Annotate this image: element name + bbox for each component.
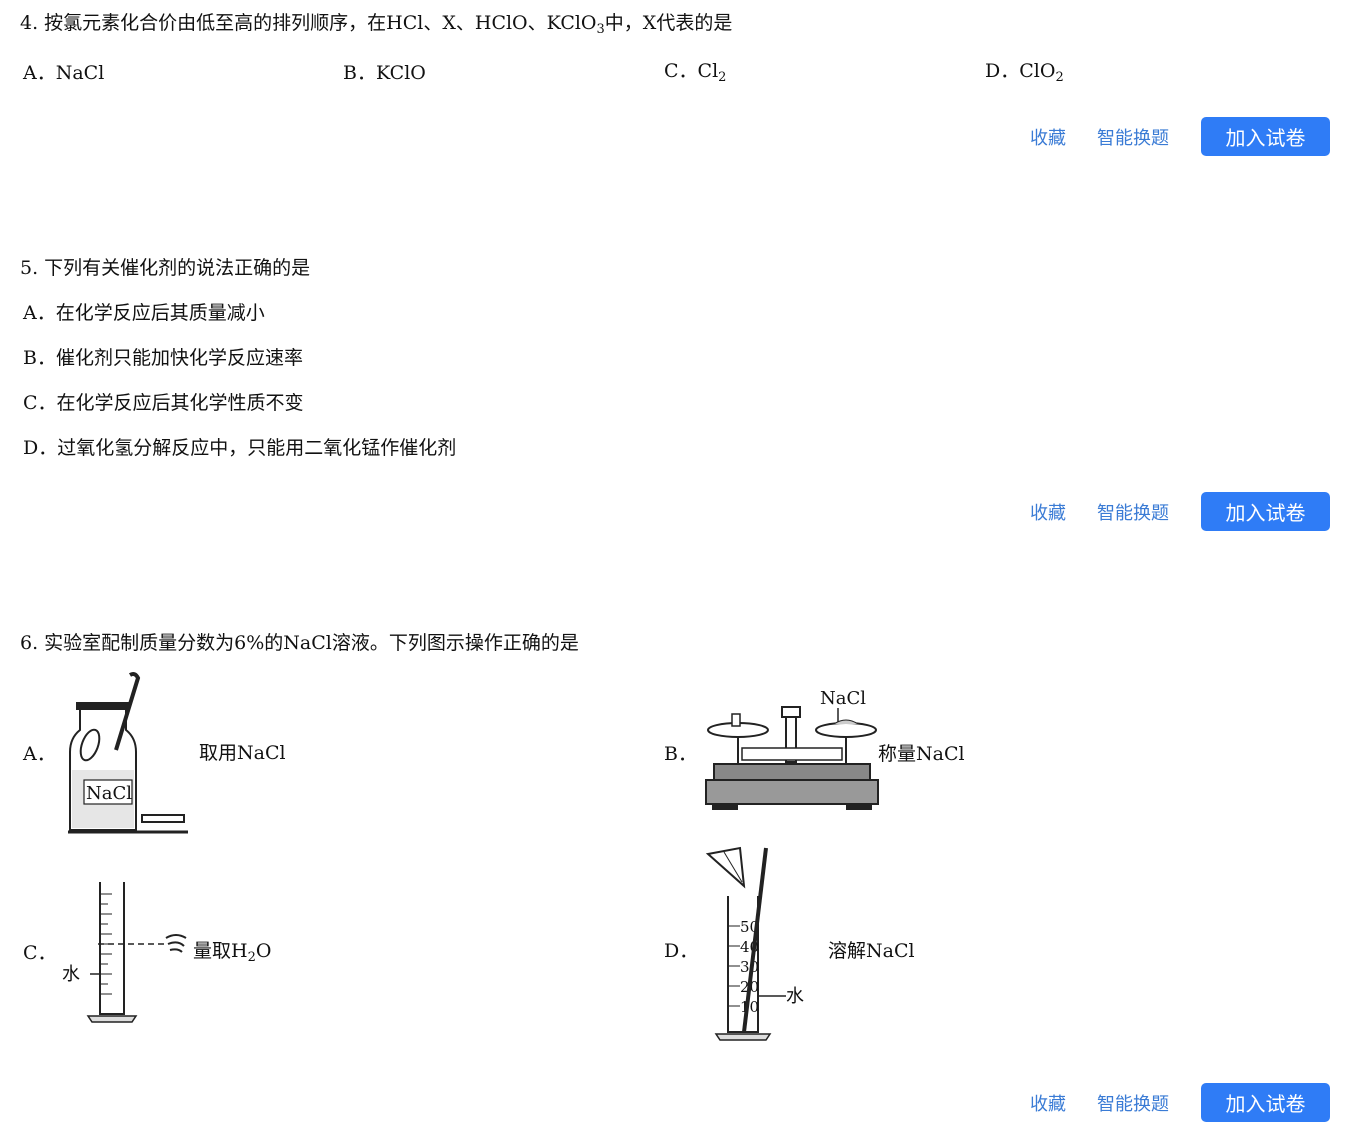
question-4-actions: 收藏 智能换题 加入试卷 [1030, 117, 1330, 156]
question-4-stem: 4. 按氯元素化合价由低至高的排列顺序，在HCl、X、HClO、KClO3中，X… [20, 12, 733, 37]
question-6-option-b-caption: 称量NaCl [878, 743, 965, 765]
question-6-option-c-letter: C． [23, 942, 57, 964]
question-4-option-d: D．ClO2 [985, 60, 1064, 85]
question-5-option-a: A．在化学反应后其质量减小 [23, 302, 265, 324]
question-6-option-d-letter: D． [664, 940, 699, 962]
question-6-option-b-letter: B． [664, 743, 697, 765]
question-4: 4. 按氯元素化合价由低至高的排列顺序，在HCl、X、HClO、KClO3中，X… [0, 0, 1347, 180]
smart-swap-link[interactable]: 智能换题 [1097, 1090, 1169, 1116]
question-5-option-c: C．在化学反应后其化学性质不变 [23, 392, 304, 414]
question-6: 6. 实验室配制质量分数为6%的NaCl溶液。下列图示操作正确的是 A． NaC… [0, 620, 1347, 1131]
question-5-option-b: B．催化剂只能加快化学反应速率 [23, 347, 303, 369]
question-4-option-c: C．Cl2 [664, 60, 727, 85]
question-5-stem: 5. 下列有关催化剂的说法正确的是 [20, 257, 311, 279]
question-4-option-b: B．KClO [343, 62, 426, 84]
question-5: 5. 下列有关催化剂的说法正确的是 A．在化学反应后其质量减小 B．催化剂只能加… [0, 245, 1347, 545]
add-to-paper-button[interactable]: 加入试卷 [1201, 492, 1330, 531]
question-6-option-d-caption: 溶解NaCl [828, 940, 915, 962]
smart-swap-link[interactable]: 智能换题 [1097, 499, 1169, 525]
favorite-link[interactable]: 收藏 [1030, 124, 1066, 150]
water-label: 水 [62, 964, 80, 985]
question-6-actions: 收藏 智能换题 加入试卷 [1030, 1083, 1330, 1122]
dissolving-figure: 50 40 30 20 10 水 [700, 846, 815, 1046]
question-6-option-c-caption: 量取H2O [193, 940, 272, 965]
reagent-bottle-figure: NaCl [60, 670, 195, 835]
question-6-option-a-letter: A． [23, 743, 56, 765]
favorite-link[interactable]: 收藏 [1030, 1090, 1066, 1116]
add-to-paper-button[interactable]: 加入试卷 [1201, 117, 1330, 156]
graduated-cylinder-reading-figure: 水 [58, 878, 193, 1028]
question-5-actions: 收藏 智能换题 加入试卷 [1030, 492, 1330, 531]
nacl-bottle-label: NaCl [86, 783, 132, 804]
balance-figure: NaCl [702, 682, 882, 817]
balance-nacl-label: NaCl [820, 688, 866, 709]
question-6-stem: 6. 实验室配制质量分数为6%的NaCl溶液。下列图示操作正确的是 [20, 632, 579, 654]
question-6-option-a-caption: 取用NaCl [199, 742, 286, 764]
favorite-link[interactable]: 收藏 [1030, 499, 1066, 525]
question-5-option-d: D．过氧化氢分解反应中，只能用二氧化锰作催化剂 [23, 437, 457, 459]
question-4-option-a: A．NaCl [23, 62, 105, 84]
add-to-paper-button[interactable]: 加入试卷 [1201, 1083, 1330, 1122]
water-label-d: 水 [786, 986, 804, 1007]
smart-swap-link[interactable]: 智能换题 [1097, 124, 1169, 150]
